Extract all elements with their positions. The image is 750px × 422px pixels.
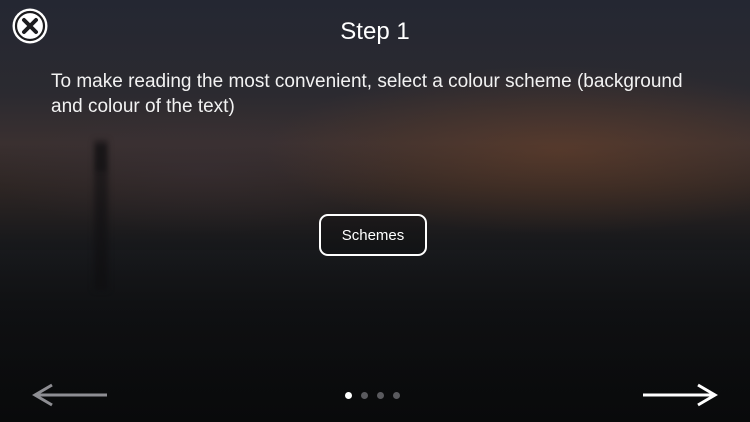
next-button[interactable] [640, 380, 720, 410]
step-description: To make reading the most convenient, sel… [51, 71, 683, 117]
page-title: Step 1 [340, 18, 410, 45]
schemes-button[interactable]: Schemes [319, 214, 427, 256]
arrow-right-icon [643, 383, 718, 407]
page-dot-1[interactable] [345, 392, 352, 399]
page-indicator [345, 392, 400, 402]
arrow-left-icon [32, 383, 107, 407]
tutorial-screen: Step 1 To make reading the most convenie… [0, 0, 750, 422]
background-tower-top [96, 145, 106, 171]
page-dot-2[interactable] [361, 392, 368, 399]
page-dot-3[interactable] [377, 392, 384, 399]
page-dot-4[interactable] [393, 392, 400, 399]
back-button[interactable] [30, 380, 110, 410]
